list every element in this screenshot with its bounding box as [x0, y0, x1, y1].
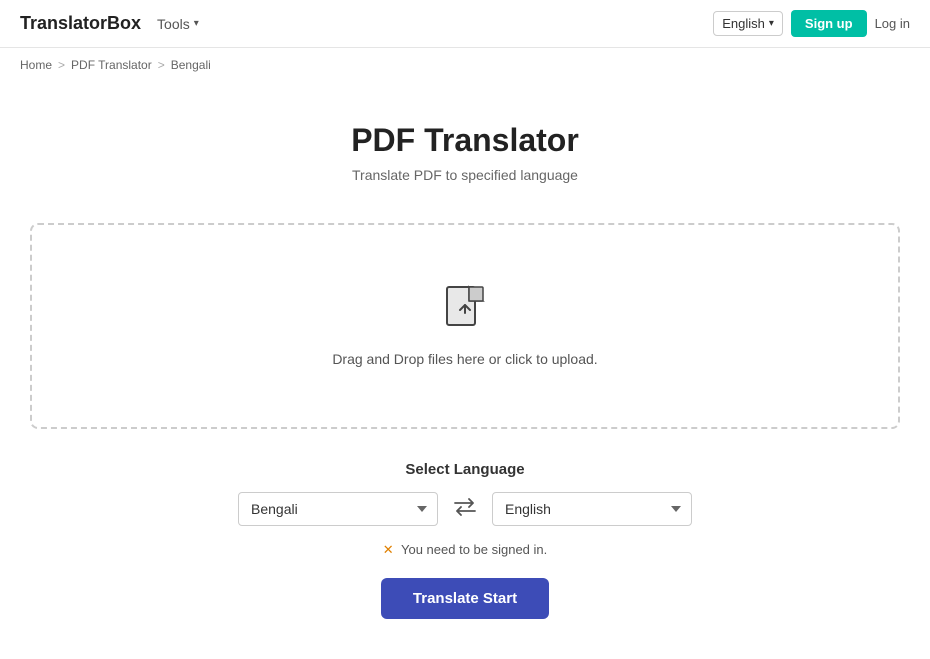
- swap-languages-button[interactable]: [454, 498, 476, 521]
- warning-icon: ✕: [383, 542, 394, 557]
- breadcrumb-current: Bengali: [171, 58, 211, 72]
- translate-start-button[interactable]: Translate Start: [381, 578, 549, 619]
- source-language-dropdown[interactable]: Bengali: [238, 492, 438, 526]
- signup-button[interactable]: Sign up: [791, 10, 867, 37]
- header-left: TranslatorBox Tools ▾: [20, 13, 199, 34]
- upload-area[interactable]: Drag and Drop files here or click to upl…: [30, 223, 900, 429]
- page-title: PDF Translator: [20, 122, 910, 159]
- upload-text: Drag and Drop files here or click to upl…: [332, 351, 597, 367]
- upload-file-icon: [52, 285, 878, 339]
- tools-label: Tools: [157, 16, 190, 32]
- warning-text: ✕ You need to be signed in.: [20, 542, 910, 558]
- breadcrumb: Home > PDF Translator > Bengali: [0, 48, 930, 82]
- tools-menu[interactable]: Tools ▾: [157, 16, 199, 32]
- breadcrumb-sep-1: >: [58, 58, 65, 72]
- header-lang-chevron-icon: ▾: [769, 18, 774, 29]
- header: TranslatorBox Tools ▾ English ▾ Sign up …: [0, 0, 930, 48]
- lang-controls: Bengali English: [20, 492, 910, 526]
- logo: TranslatorBox: [20, 13, 141, 34]
- lang-section-title: Select Language: [20, 461, 910, 478]
- breadcrumb-sep-2: >: [158, 58, 165, 72]
- breadcrumb-home[interactable]: Home: [20, 58, 52, 72]
- header-right: English ▾ Sign up Log in: [713, 10, 910, 37]
- header-lang-label: English: [722, 16, 765, 31]
- page-subtitle: Translate PDF to specified language: [20, 167, 910, 183]
- language-section: Select Language Bengali English: [20, 461, 910, 526]
- target-language-dropdown[interactable]: English: [492, 492, 692, 526]
- main-content: PDF Translator Translate PDF to specifie…: [0, 82, 930, 659]
- login-button[interactable]: Log in: [875, 16, 910, 31]
- warning-message: You need to be signed in.: [398, 542, 548, 557]
- header-language-select[interactable]: English ▾: [713, 11, 783, 36]
- chevron-down-icon: ▾: [194, 18, 199, 29]
- breadcrumb-pdf-translator[interactable]: PDF Translator: [71, 58, 152, 72]
